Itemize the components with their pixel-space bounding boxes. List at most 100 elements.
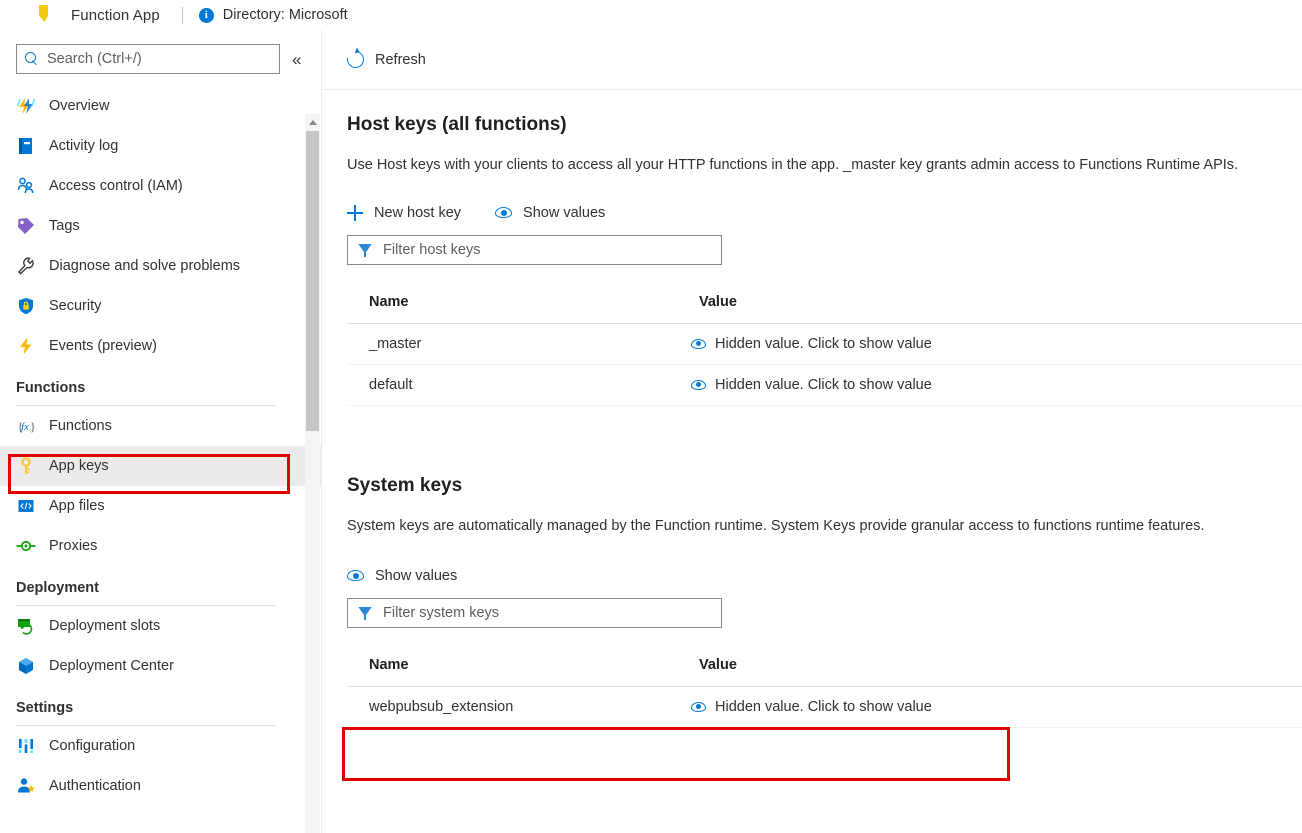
table-row[interactable]: default Hidden value. Click to show valu… (347, 365, 1302, 406)
sidebar-item-proxies[interactable]: Proxies (0, 526, 322, 566)
wrench-icon (16, 256, 36, 276)
sidebar-group-label: Functions (16, 380, 276, 396)
refresh-label: Refresh (375, 52, 426, 68)
sidebar-item-deployment-center[interactable]: Deployment Center (0, 646, 322, 686)
directory-label: Directory: Microsoft (223, 7, 348, 23)
system-keys-title: System keys (347, 475, 1302, 497)
sidebar-item-configuration[interactable]: Configuration (0, 726, 322, 766)
host-keys-filter-input[interactable]: Filter host keys (347, 235, 722, 265)
info-icon: i (199, 8, 214, 23)
sidebar-item-security[interactable]: Security (0, 286, 322, 326)
fx-icon: { fx } (16, 416, 36, 436)
system-keys-table: Name Value webpubsub_extension Hidden va… (347, 657, 1302, 728)
sidebar-item-label: Deployment slots (49, 618, 160, 634)
sidebar-item-label: Proxies (49, 538, 97, 554)
sidebar-group-label: Deployment (16, 580, 276, 596)
plus-icon (347, 205, 363, 221)
svg-text:}: } (30, 420, 36, 434)
host-keys-section: Host keys (all functions) Use Host keys … (347, 114, 1302, 406)
hidden-value-label: Hidden value. Click to show value (715, 336, 932, 352)
eye-icon (495, 207, 512, 219)
system-keys-section: System keys System keys are automaticall… (347, 475, 1302, 728)
sidebar-item-app-keys[interactable]: App keys (0, 446, 322, 486)
access-control-icon (16, 176, 36, 196)
sidebar-item-label: Diagnose and solve problems (49, 258, 240, 274)
funnel-icon (358, 244, 372, 257)
table-row[interactable]: webpubsub_extension Hidden value. Click … (347, 687, 1302, 728)
sidebar-group-deployment: Deployment (0, 566, 322, 606)
sidebar-group-label: Settings (16, 700, 276, 716)
code-file-icon (16, 496, 36, 516)
sidebar-scroll-up-button[interactable] (305, 114, 320, 130)
collapse-sidebar-button[interactable]: « (292, 51, 301, 68)
system-keys-filter-placeholder: Filter system keys (383, 605, 499, 621)
key-value-cell[interactable]: Hidden value. Click to show value (677, 365, 1302, 406)
system-keys-actions: Show values (347, 568, 1302, 584)
sidebar-item-label: App keys (49, 458, 109, 474)
key-icon (16, 456, 36, 476)
refresh-button[interactable]: Refresh (347, 51, 426, 68)
system-keys-show-values-button[interactable]: Show values (347, 568, 457, 584)
eye-icon (691, 702, 706, 713)
host-keys-actions: New host key Show values (347, 205, 1302, 221)
sidebar-item-label: Security (49, 298, 101, 314)
column-header-name: Name (347, 294, 677, 324)
sidebar-item-events[interactable]: Events (preview) (0, 326, 322, 366)
host-keys-show-values-button[interactable]: Show values (495, 205, 605, 221)
host-keys-title: Host keys (all functions) (347, 114, 1302, 136)
overview-icon (16, 96, 36, 116)
host-keys-filter-placeholder: Filter host keys (383, 242, 481, 258)
system-keys-show-values-label: Show values (375, 568, 457, 584)
table-header-row: Name Value (347, 294, 1302, 324)
command-bar: Refresh (322, 30, 1302, 90)
search-icon (25, 52, 39, 66)
sidebar-scrollbar-thumb[interactable] (306, 131, 319, 431)
sidebar-item-label: Configuration (49, 738, 135, 754)
top-header: Function App i Directory: Microsoft (0, 0, 1302, 30)
system-keys-description: System keys are automatically managed by… (347, 514, 1295, 539)
sidebar-search-row: Search (Ctrl+/) « (0, 42, 322, 76)
refresh-icon (344, 48, 368, 72)
host-keys-table: Name Value _master Hidden value. Click t… (347, 294, 1302, 406)
deployment-slots-icon (16, 616, 36, 636)
sidebar-item-activity-log[interactable]: Activity log (0, 126, 322, 166)
table-row[interactable]: _master Hidden value. Click to show valu… (347, 324, 1302, 365)
new-host-key-button[interactable]: New host key (347, 205, 461, 221)
sidebar-item-access-control[interactable]: Access control (IAM) (0, 166, 322, 206)
main-content: Refresh Host keys (all functions) Use Ho… (322, 30, 1302, 833)
key-value-cell[interactable]: Hidden value. Click to show value (677, 687, 1302, 728)
search-input[interactable]: Search (Ctrl+/) (16, 44, 280, 74)
sidebar-item-label: Activity log (49, 138, 118, 154)
sidebar-item-label: App files (49, 498, 105, 514)
sidebar-item-label: Deployment Center (49, 658, 174, 674)
sidebar-item-deployment-slots[interactable]: Deployment slots (0, 606, 322, 646)
key-name-cell: default (347, 365, 677, 406)
sidebar-item-label: Tags (49, 218, 80, 234)
sidebar-item-authentication[interactable]: Authentication (0, 766, 322, 806)
sidebar-item-overview[interactable]: Overview (0, 86, 322, 126)
sidebar-item-tags[interactable]: Tags (0, 206, 322, 246)
sidebar-item-label: Events (preview) (49, 338, 157, 354)
key-name-cell: _master (347, 324, 677, 365)
hidden-value-label: Hidden value. Click to show value (715, 699, 932, 715)
key-value-cell[interactable]: Hidden value. Click to show value (677, 324, 1302, 365)
sidebar-item-diagnose[interactable]: Diagnose and solve problems (0, 246, 322, 286)
sidebar-item-label: Overview (49, 98, 109, 114)
column-header-value: Value (677, 294, 1302, 324)
sidebar-nav-list: Overview Activity log (0, 86, 322, 833)
sidebar-item-label: Functions (49, 418, 112, 434)
eye-icon (691, 380, 706, 391)
system-keys-filter-input[interactable]: Filter system keys (347, 598, 722, 628)
sidebar-item-app-files[interactable]: App files (0, 486, 322, 526)
host-keys-show-values-label: Show values (523, 205, 605, 221)
sidebar-item-label: Access control (IAM) (49, 178, 183, 194)
column-header-value: Value (677, 657, 1302, 687)
sidebar-group-functions: Functions (0, 366, 322, 406)
sidebar-group-settings: Settings (0, 686, 322, 726)
events-icon (16, 336, 36, 356)
resource-type-label: Function App (71, 7, 160, 24)
new-host-key-label: New host key (374, 205, 461, 221)
svg-text:fx: fx (21, 421, 29, 433)
sidebar-item-functions[interactable]: { fx } Functions (0, 406, 322, 446)
sidebar-item-label: Authentication (49, 778, 141, 794)
